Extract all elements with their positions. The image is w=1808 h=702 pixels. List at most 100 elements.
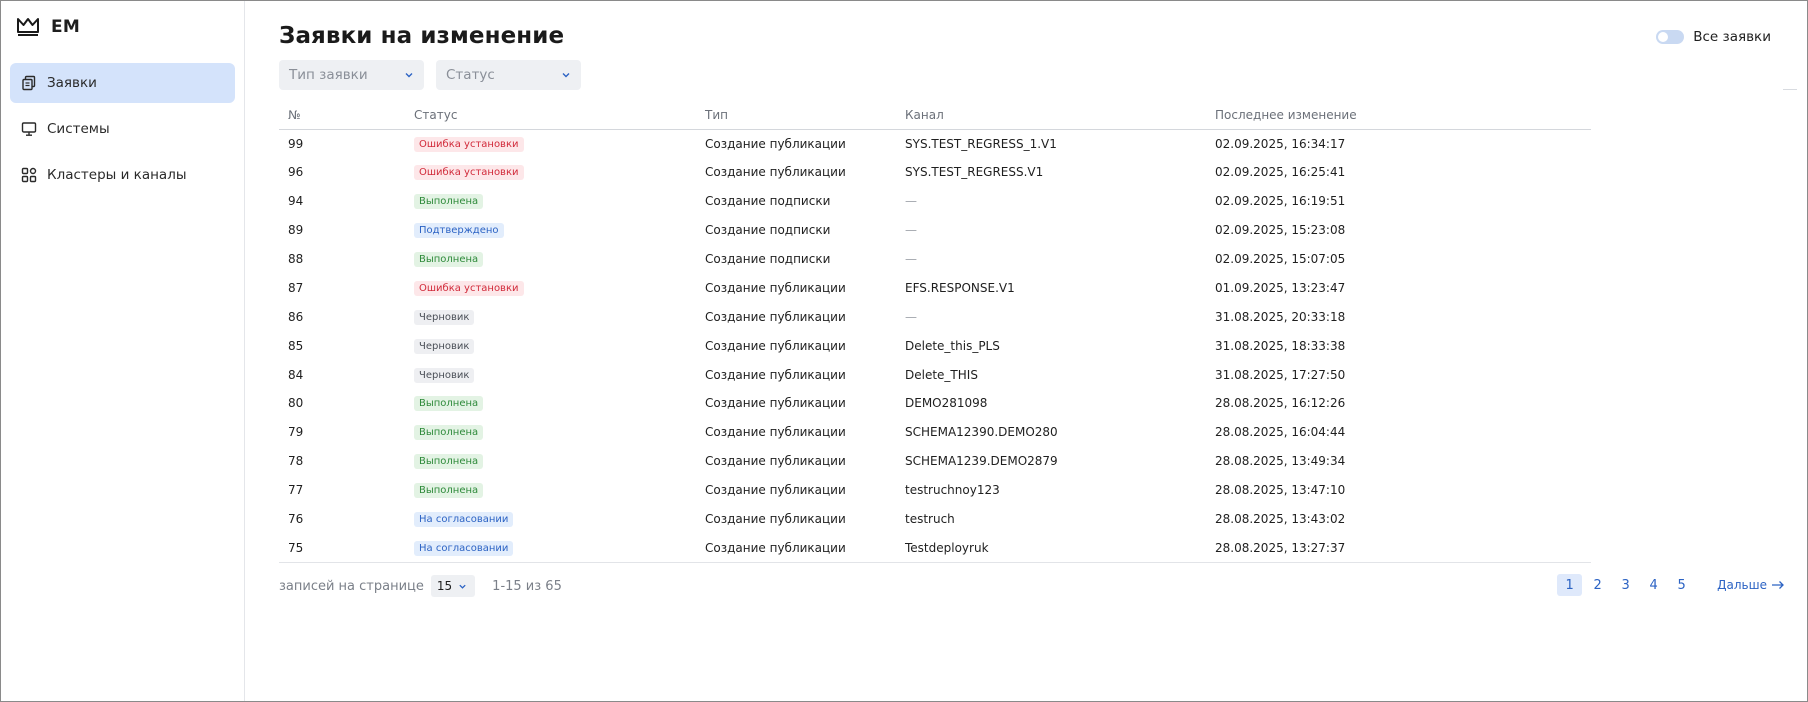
status-badge: Выполнена (414, 396, 484, 412)
cell-status: Выполнена (405, 245, 696, 274)
cell-type: Создание публикации (705, 338, 846, 353)
table-row[interactable]: 96 Ошибка установки Создание публикации SYS… (279, 158, 1591, 187)
column-header-type[interactable]: Тип (696, 102, 896, 129)
table-row[interactable]: 79 Выполнена Создание публикации SCHEMA1239… (279, 418, 1591, 447)
cell-channel: SCHEMA12390.DEMO280 (905, 425, 1058, 440)
cell-id: 75 (288, 540, 304, 555)
status-badge: Подтверждено (414, 223, 504, 239)
cell-channel: SYS.TEST_REGRESS.V1 (905, 165, 1044, 180)
cell-status: На согласовании (405, 533, 696, 562)
cell-id: 87 (288, 280, 304, 295)
page-button-2[interactable]: 2 (1585, 574, 1610, 596)
status-badge: Черновик (414, 338, 475, 354)
cell-channel: Testdeployruk (905, 540, 989, 555)
cell-status: Черновик (405, 360, 696, 389)
per-page-value: 15 (436, 579, 453, 593)
brand[interactable]: EM (10, 13, 235, 41)
cell-type: Создание публикации (705, 367, 846, 382)
cell-updated: 28.08.2025, 13:43:02 (1215, 512, 1346, 527)
cell-type: Создание публикации (705, 540, 846, 555)
cell-type: Создание подписки (705, 252, 831, 266)
cell-type: Создание публикации (705, 454, 846, 469)
status-select[interactable]: Статус (436, 60, 581, 90)
cell-channel: — (905, 223, 917, 238)
page-button-4[interactable]: 4 (1641, 574, 1666, 596)
records-range: 1-15 из 65 (492, 578, 562, 594)
monitor-icon (21, 122, 37, 136)
all-requests-toggle-group: Все заявки (1656, 29, 1771, 45)
filters-bar: Тип заявки Статус (279, 60, 581, 90)
column-header-status[interactable]: Статус (405, 102, 696, 129)
request-type-placeholder: Тип заявки (289, 67, 368, 83)
cell-updated: 02.09.2025, 16:19:51 (1215, 194, 1346, 209)
brand-name: EM (51, 17, 81, 37)
page-button-3[interactable]: 3 (1613, 574, 1638, 596)
cell-updated: 28.08.2025, 16:04:44 (1215, 425, 1346, 440)
table-row[interactable]: 84 Черновик Создание публикации Delete_THIS… (279, 360, 1591, 389)
table-row[interactable]: 78 Выполнена Создание публикации SCHEMA1239… (279, 447, 1591, 476)
cell-status: Черновик (405, 302, 696, 331)
table-row[interactable]: 77 Выполнена Создание публикации testruchno… (279, 476, 1591, 505)
cell-channel: EFS.RESPONSE.V1 (905, 280, 1015, 295)
next-page-label: Дальше (1717, 578, 1767, 592)
cell-id: 86 (288, 309, 304, 324)
status-badge: Ошибка установки (414, 136, 524, 152)
cell-updated: 28.08.2025, 13:27:37 (1215, 540, 1346, 555)
next-page-button[interactable]: Дальше (1717, 578, 1785, 592)
table-row[interactable]: 86 Черновик Создание публикации — 31.08.2025… (279, 302, 1591, 331)
cell-channel: testruch (905, 512, 955, 527)
status-badge: Черновик (414, 309, 475, 325)
cell-updated: 28.08.2025, 13:49:34 (1215, 454, 1346, 469)
cell-type: Создание публикации (705, 309, 846, 324)
column-header-id[interactable]: № (279, 102, 405, 129)
status-placeholder: Статус (446, 67, 495, 83)
table-row[interactable]: 87 Ошибка установки Создание публикации EFS… (279, 273, 1591, 302)
cell-type: Создание публикации (705, 396, 846, 411)
all-requests-toggle-label: Все заявки (1693, 29, 1771, 45)
cell-status: Выполнена (405, 418, 696, 447)
cell-channel: — (905, 309, 917, 324)
table-row[interactable]: 85 Черновик Создание публикации Delete_this… (279, 331, 1591, 360)
page-button-5[interactable]: 5 (1669, 574, 1694, 596)
sidebar-item-systems[interactable]: Системы (10, 109, 235, 149)
table-row[interactable]: 88 Выполнена Создание подписки — 02.09.2025,… (279, 245, 1591, 274)
table-row[interactable]: 89 Подтверждено Создание подписки — 02.09.20… (279, 216, 1591, 245)
status-badge: Выполнена (414, 194, 484, 210)
cell-type: Создание публикации (705, 483, 846, 498)
table-row[interactable]: 99 Ошибка установки Создание публикации SYS… (279, 129, 1591, 158)
all-requests-toggle[interactable] (1656, 30, 1685, 44)
sidebar-item-requests[interactable]: Заявки (10, 63, 235, 103)
cell-channel: — (905, 194, 917, 209)
table-row[interactable]: 75 На согласовании Создание публикации Test… (279, 533, 1591, 562)
status-badge: Ошибка установки (414, 165, 524, 181)
cell-id: 89 (288, 223, 304, 238)
divider (279, 562, 1591, 564)
cell-updated: 02.09.2025, 16:34:17 (1215, 136, 1346, 151)
cell-updated: 31.08.2025, 18:33:38 (1215, 338, 1346, 353)
pagination-info: записей на странице 15 1-15 из 65 (279, 575, 562, 597)
cell-channel: DEMO281098 (905, 396, 988, 411)
sidebar-item-label: Системы (47, 121, 110, 137)
cell-type: Создание подписки (705, 194, 831, 209)
cell-type: Создание публикации (705, 165, 846, 180)
sidebar-item-clusters[interactable]: Кластеры и каналы (10, 155, 235, 195)
table-row[interactable]: 94 Выполнена Создание подписки — 02.09.2025,… (279, 187, 1591, 216)
request-type-select[interactable]: Тип заявки (279, 60, 424, 90)
table-row[interactable]: 76 На согласовании Создание публикации test… (279, 505, 1591, 534)
column-header-updated[interactable]: Последнее изменение (1206, 102, 1591, 129)
cell-status: Выполнена (405, 187, 696, 216)
table-row[interactable]: 80 Выполнена Создание публикации DEMO281098… (279, 389, 1591, 418)
cell-id: 85 (288, 338, 304, 353)
cell-updated: 02.09.2025, 15:07:05 (1215, 252, 1346, 266)
per-page-select[interactable]: 15 (430, 575, 476, 597)
page-button-1[interactable]: 1 (1557, 574, 1583, 596)
cell-id: 79 (288, 425, 304, 440)
cell-type: Создание публикации (705, 136, 846, 151)
column-header-channel[interactable]: Канал (896, 102, 1206, 129)
main-content: Заявки на изменение Все заявки Тип заявк… (245, 1, 1807, 701)
cell-type: Создание подписки (705, 223, 831, 238)
status-badge: Выполнена (414, 252, 484, 267)
status-badge: Выполнена (414, 483, 484, 499)
cell-channel: testruchnoy123 (905, 483, 1000, 498)
chevron-down-icon (459, 584, 466, 589)
